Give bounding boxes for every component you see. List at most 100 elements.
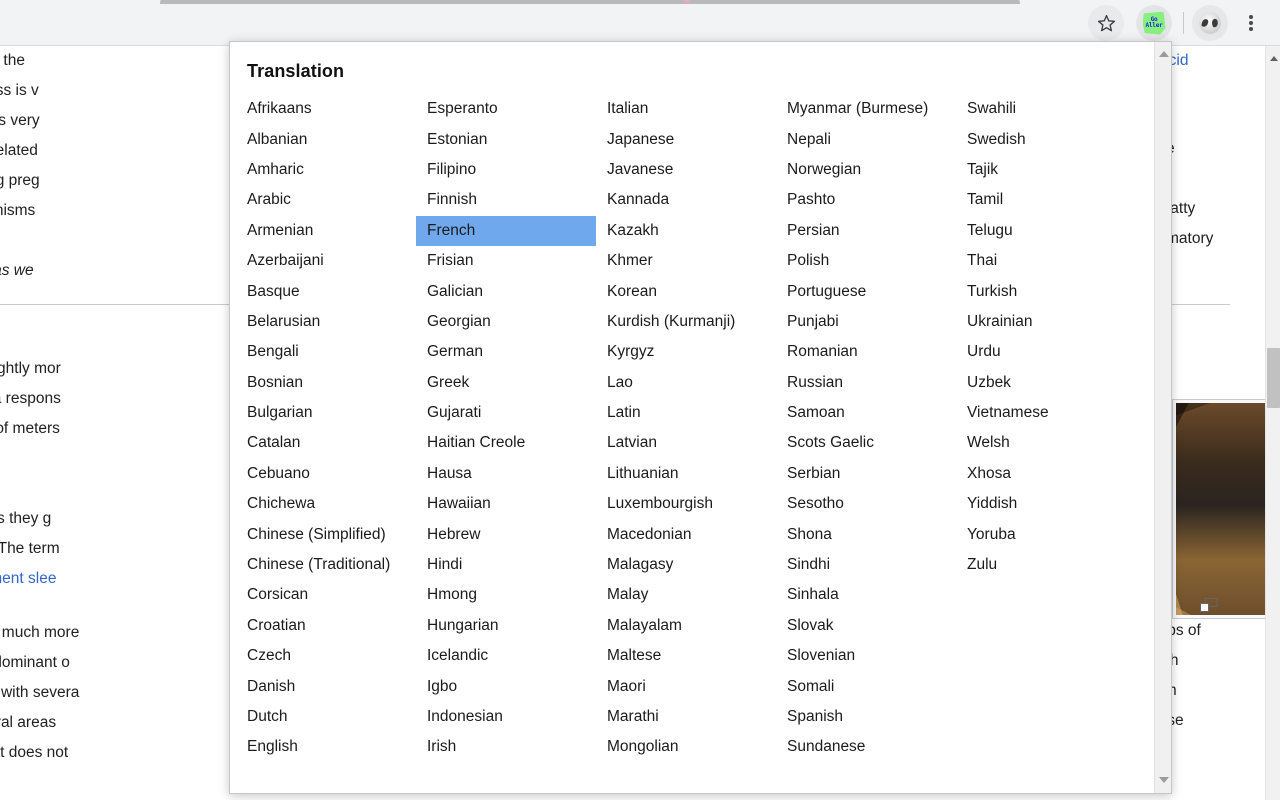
language-option-latvian[interactable]: Latvian (596, 428, 776, 458)
language-option-khmer[interactable]: Khmer (596, 246, 776, 276)
language-option-slovenian[interactable]: Slovenian (776, 641, 956, 671)
language-option-kannada[interactable]: Kannada (596, 185, 776, 215)
language-option-basque[interactable]: Basque (236, 276, 416, 306)
kebab-menu-icon[interactable] (1233, 5, 1269, 41)
language-option-myanmar-burmese[interactable]: Myanmar (Burmese) (776, 94, 956, 124)
language-option-hebrew[interactable]: Hebrew (416, 519, 596, 549)
language-option-japanese[interactable]: Japanese (596, 124, 776, 154)
language-option-sesotho[interactable]: Sesotho (776, 489, 956, 519)
scroll-down-arrow-icon[interactable] (1155, 772, 1171, 787)
link-rapid-eye-movement-sleep[interactable]: rapid eye movement slee (0, 570, 56, 587)
language-option-croatian[interactable]: Croatian (236, 611, 416, 641)
language-option-persian[interactable]: Persian (776, 216, 956, 246)
language-option-urdu[interactable]: Urdu (956, 337, 1136, 367)
language-option-polish[interactable]: Polish (776, 246, 956, 276)
language-option-galician[interactable]: Galician (416, 276, 596, 306)
language-option-zulu[interactable]: Zulu (956, 550, 1136, 580)
language-option-swedish[interactable]: Swedish (956, 124, 1136, 154)
language-option-serbian[interactable]: Serbian (776, 459, 956, 489)
language-option-danish[interactable]: Danish (236, 671, 416, 701)
language-option-samoan[interactable]: Samoan (776, 398, 956, 428)
language-option-catalan[interactable]: Catalan (236, 428, 416, 458)
language-option-bosnian[interactable]: Bosnian (236, 368, 416, 398)
language-option-somali[interactable]: Somali (776, 671, 956, 701)
language-option-georgian[interactable]: Georgian (416, 307, 596, 337)
expand-image-icon[interactable] (1200, 598, 1218, 612)
go-aller-extension-icon[interactable]: Go Aller (1136, 5, 1172, 41)
language-option-igbo[interactable]: Igbo (416, 671, 596, 701)
language-option-dutch[interactable]: Dutch (236, 702, 416, 732)
language-option-nepali[interactable]: Nepali (776, 124, 956, 154)
language-option-maori[interactable]: Maori (596, 671, 776, 701)
language-option-belarusian[interactable]: Belarusian (236, 307, 416, 337)
language-option-sinhala[interactable]: Sinhala (776, 580, 956, 610)
language-option-yoruba[interactable]: Yoruba (956, 519, 1136, 549)
language-option-kazakh[interactable]: Kazakh (596, 216, 776, 246)
scroll-up-arrow-icon[interactable] (1266, 51, 1280, 65)
language-option-italian[interactable]: Italian (596, 94, 776, 124)
language-option-haitian-creole[interactable]: Haitian Creole (416, 428, 596, 458)
language-option-tajik[interactable]: Tajik (956, 155, 1136, 185)
language-option-german[interactable]: German (416, 337, 596, 367)
language-option-ukrainian[interactable]: Ukrainian (956, 307, 1136, 337)
language-option-sindhi[interactable]: Sindhi (776, 550, 956, 580)
language-option-sundanese[interactable]: Sundanese (776, 732, 956, 762)
language-option-welsh[interactable]: Welsh (956, 428, 1136, 458)
language-option-spanish[interactable]: Spanish (776, 702, 956, 732)
language-option-norwegian[interactable]: Norwegian (776, 155, 956, 185)
language-option-french[interactable]: French (416, 215, 596, 246)
language-option-turkish[interactable]: Turkish (956, 276, 1136, 306)
language-option-corsican[interactable]: Corsican (236, 580, 416, 610)
language-option-hindi[interactable]: Hindi (416, 550, 596, 580)
language-option-lithuanian[interactable]: Lithuanian (596, 459, 776, 489)
language-option-hungarian[interactable]: Hungarian (416, 611, 596, 641)
language-option-cebuano[interactable]: Cebuano (236, 459, 416, 489)
language-option-english[interactable]: English (236, 732, 416, 762)
language-option-hmong[interactable]: Hmong (416, 580, 596, 610)
language-option-xhosa[interactable]: Xhosa (956, 459, 1136, 489)
language-option-chinese-traditional[interactable]: Chinese (Traditional) (236, 550, 416, 580)
language-option-tamil[interactable]: Tamil (956, 185, 1136, 215)
language-option-gujarati[interactable]: Gujarati (416, 398, 596, 428)
language-option-czech[interactable]: Czech (236, 641, 416, 671)
language-option-yiddish[interactable]: Yiddish (956, 489, 1136, 519)
language-option-scots-gaelic[interactable]: Scots Gaelic (776, 428, 956, 458)
language-option-indonesian[interactable]: Indonesian (416, 702, 596, 732)
language-option-malagasy[interactable]: Malagasy (596, 550, 776, 580)
language-option-swahili[interactable]: Swahili (956, 94, 1136, 124)
language-option-bengali[interactable]: Bengali (236, 337, 416, 367)
language-option-greek[interactable]: Greek (416, 368, 596, 398)
language-option-vietnamese[interactable]: Vietnamese (956, 398, 1136, 428)
language-option-slovak[interactable]: Slovak (776, 611, 956, 641)
language-option-chichewa[interactable]: Chichewa (236, 489, 416, 519)
language-option-malay[interactable]: Malay (596, 580, 776, 610)
language-option-marathi[interactable]: Marathi (596, 702, 776, 732)
window-scrollbar[interactable] (1265, 46, 1280, 800)
language-option-russian[interactable]: Russian (776, 368, 956, 398)
language-option-amharic[interactable]: Amharic (236, 155, 416, 185)
language-option-lao[interactable]: Lao (596, 368, 776, 398)
language-option-kyrgyz[interactable]: Kyrgyz (596, 337, 776, 367)
language-option-latin[interactable]: Latin (596, 398, 776, 428)
language-option-malayalam[interactable]: Malayalam (596, 611, 776, 641)
alien-avatar-icon[interactable] (1192, 5, 1228, 41)
language-option-portuguese[interactable]: Portuguese (776, 276, 956, 306)
language-option-icelandic[interactable]: Icelandic (416, 641, 596, 671)
language-option-korean[interactable]: Korean (596, 276, 776, 306)
window-scrollbar-thumb[interactable] (1267, 348, 1280, 408)
language-option-finnish[interactable]: Finnish (416, 185, 596, 215)
language-option-arabic[interactable]: Arabic (236, 185, 416, 215)
language-option-irish[interactable]: Irish (416, 732, 596, 762)
popup-scrollbar[interactable] (1154, 42, 1171, 793)
language-option-hausa[interactable]: Hausa (416, 459, 596, 489)
language-option-filipino[interactable]: Filipino (416, 155, 596, 185)
language-option-hawaiian[interactable]: Hawaiian (416, 489, 596, 519)
language-option-chinese-simplified[interactable]: Chinese (Simplified) (236, 519, 416, 549)
language-option-kurdish-kurmanji[interactable]: Kurdish (Kurmanji) (596, 307, 776, 337)
scroll-up-arrow-icon[interactable] (1155, 46, 1171, 61)
language-option-telugu[interactable]: Telugu (956, 216, 1136, 246)
language-option-macedonian[interactable]: Macedonian (596, 519, 776, 549)
language-option-estonian[interactable]: Estonian (416, 124, 596, 154)
language-option-javanese[interactable]: Javanese (596, 155, 776, 185)
language-option-uzbek[interactable]: Uzbek (956, 368, 1136, 398)
